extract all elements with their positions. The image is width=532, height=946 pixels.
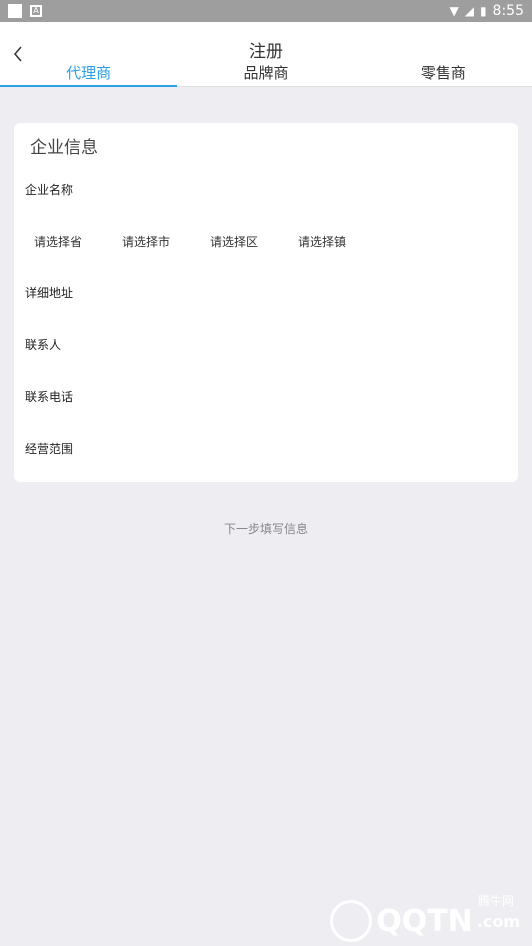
wifi-icon: ▼ bbox=[449, 4, 459, 18]
next-step-button[interactable]: 下一步填写信息 bbox=[0, 520, 532, 537]
notification-a-icon: A bbox=[30, 5, 42, 17]
scope-label: 经营范围 bbox=[25, 441, 74, 456]
watermark: QQTN .com 腾牛网 bbox=[330, 894, 520, 942]
tab-agent[interactable]: 代理商 bbox=[0, 62, 178, 87]
contact-label: 联系人 bbox=[25, 337, 62, 352]
phone-field[interactable]: 联系电话 bbox=[14, 370, 518, 422]
address-field[interactable]: 详细地址 bbox=[14, 266, 518, 318]
card-title: 企业信息 bbox=[30, 138, 98, 158]
signal-icon: ◢ bbox=[464, 4, 474, 18]
tab-retailer[interactable]: 零售商 bbox=[355, 62, 532, 86]
chevron-left-icon bbox=[14, 46, 22, 62]
watermark-suffix: .com bbox=[476, 911, 520, 931]
status-time: 8:55 bbox=[492, 3, 524, 19]
select-province[interactable]: 请选择省 bbox=[34, 233, 82, 250]
contact-field[interactable]: 联系人 bbox=[14, 318, 518, 370]
watermark-cn: 腾牛网 bbox=[477, 894, 514, 908]
notification-square-icon bbox=[8, 4, 22, 18]
scope-field[interactable]: 经营范围 bbox=[14, 422, 518, 474]
select-town[interactable]: 请选择镇 bbox=[298, 233, 346, 250]
status-bar: A ▼ ◢ ▮ 8:55 bbox=[0, 0, 532, 22]
phone-label: 联系电话 bbox=[25, 389, 74, 404]
company-name-label: 企业名称 bbox=[25, 182, 74, 197]
address-label: 详细地址 bbox=[25, 285, 74, 300]
company-name-field[interactable]: 企业名称 bbox=[14, 174, 518, 204]
tab-bar: 代理商 品牌商 零售商 bbox=[0, 62, 532, 87]
tab-brand[interactable]: 品牌商 bbox=[177, 62, 354, 86]
select-district[interactable]: 请选择区 bbox=[210, 233, 258, 250]
watermark-brand: QQTN bbox=[376, 903, 473, 939]
battery-icon: ▮ bbox=[479, 4, 487, 18]
region-selector: 请选择省 请选择市 请选择区 请选择镇 bbox=[14, 216, 518, 266]
page-title: 注册 bbox=[249, 41, 283, 62]
company-info-card: 企业信息 企业名称 请选择省 请选择市 请选择区 请选择镇 详细地址 联系人 联… bbox=[14, 123, 518, 482]
select-city[interactable]: 请选择市 bbox=[122, 233, 170, 250]
watermark-logo-icon bbox=[330, 900, 373, 942]
